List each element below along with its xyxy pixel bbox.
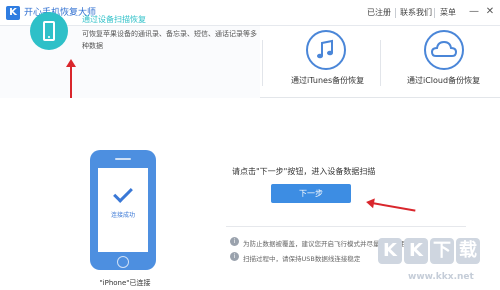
title-bar: K 开心手机恢复大师 已注册 联系我们 菜单 — ✕ [0,0,500,26]
connection-status: 连接成功 [110,212,135,219]
tips-divider [226,226,466,227]
phone-speaker [115,158,131,160]
music-note-icon [317,39,333,59]
device-scan-title[interactable]: 通过设备扫描恢复 [82,14,146,25]
device-name: "iPhone"已连接 [99,279,151,287]
cloud-icon [430,40,458,57]
title-separator [395,8,396,18]
watermark-logo-letter: K [404,238,428,264]
phone-home-button [117,256,129,268]
info-icon: i [230,252,239,261]
icloud-backup-label[interactable]: 通过iCloud备份恢复 [407,75,480,86]
close-icon[interactable]: ✕ [484,6,496,18]
mode-divider [262,40,263,86]
info-icon: i [230,237,239,246]
title-separator [434,8,435,18]
mode-divider [380,40,381,86]
app-logo-icon: K [6,6,20,20]
tip-usb-stable: 扫描过程中，请保持USB数据线连接稳定 [243,255,361,263]
annotation-arrow-up [66,59,76,98]
watermark-logo-letter: K [378,238,402,264]
minimize-icon[interactable]: — [468,6,480,18]
watermark-logo-letter: 载 [456,238,480,264]
tab-itunes-backup[interactable] [306,30,346,70]
next-button[interactable]: 下一步 [271,184,351,203]
menu-link[interactable]: 菜单 [440,7,456,19]
tab-icloud-backup[interactable] [424,30,464,70]
registered-link[interactable]: 已注册 [367,7,391,19]
watermark-logo-letter: 下 [430,238,454,264]
phone-icon [43,21,55,41]
device-scan-description: 可恢复苹果设备的通讯录、备忘录、短信、通话记录等多种数据 [82,30,257,50]
watermark-url: www.kkx.net [408,272,474,282]
itunes-backup-label[interactable]: 通过iTunes备份恢复 [291,75,364,86]
contact-us-link[interactable]: 联系我们 [400,7,432,19]
next-step-prompt: 请点击"下一步"按钮，进入设备数据扫描 [232,167,376,176]
